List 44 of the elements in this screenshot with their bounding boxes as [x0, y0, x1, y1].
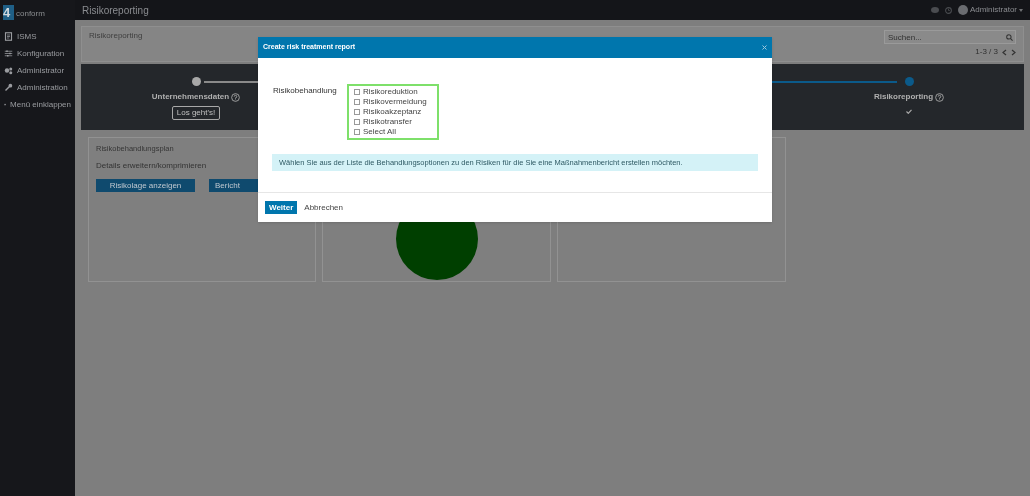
- sidebar-item[interactable]: Administration: [0, 79, 75, 96]
- card-button[interactable]: Risikolage anzeigen: [96, 179, 195, 193]
- checkbox-option[interactable]: Risikovermeidung: [354, 97, 427, 107]
- checkbox-option[interactable]: Risikoakzeptanz: [354, 107, 422, 117]
- previous-icon[interactable]: [1002, 48, 1007, 56]
- sidebar-item[interactable]: Menü einklappen: [0, 96, 75, 113]
- checkbox[interactable]: [354, 99, 360, 105]
- start-button[interactable]: Los geht's!: [171, 106, 221, 120]
- wrench-icon: [4, 83, 13, 92]
- sidebar-item[interactable]: ISMS: [0, 28, 75, 45]
- field-label: Risikobehandlung: [273, 85, 338, 97]
- help-icon[interactable]: [231, 92, 241, 102]
- logo-text: conform: [16, 8, 45, 20]
- help-icon[interactable]: [935, 92, 945, 102]
- pagination-text: 1-3 / 3: [975, 47, 998, 57]
- page-title: Risikoreporting: [82, 3, 149, 18]
- check-icon: [906, 109, 912, 114]
- search-field[interactable]: Suchen...: [884, 30, 1016, 44]
- section-title: Risikoreporting: [89, 30, 143, 42]
- checkbox[interactable]: [354, 89, 360, 95]
- caret-icon: [1019, 8, 1023, 12]
- checkbox-option[interactable]: Risikoreduktion: [354, 87, 418, 97]
- next-button[interactable]: Weiter: [265, 201, 298, 214]
- checkbox[interactable]: [354, 129, 360, 135]
- card-subtitle: Details erweitern/komprimieren: [96, 160, 207, 173]
- step-label: Risikoreporting: [873, 91, 934, 103]
- sidebar-item[interactable]: Administrator: [0, 62, 75, 79]
- sidebar-item[interactable]: Konfiguration: [0, 45, 75, 62]
- checkbox-option[interactable]: Risikotransfer: [354, 117, 412, 127]
- step-label: Unternehmensdaten: [151, 91, 230, 103]
- cancel-button[interactable]: Abbrechen: [304, 201, 343, 214]
- close-icon[interactable]: [762, 45, 767, 50]
- checkbox[interactable]: [354, 109, 360, 115]
- checkbox-option[interactable]: Select All: [354, 127, 396, 137]
- document-icon: [4, 32, 13, 41]
- search-icon[interactable]: [1006, 33, 1013, 41]
- avatar[interactable]: [957, 5, 968, 15]
- checkbox[interactable]: [354, 119, 360, 125]
- clock-icon[interactable]: [944, 6, 952, 14]
- next-icon[interactable]: [1011, 48, 1016, 56]
- user-menu[interactable]: Administrator: [969, 4, 1017, 16]
- sliders-icon: [4, 49, 13, 58]
- gears-icon: [4, 66, 13, 75]
- logo-mark: 4: [3, 5, 14, 20]
